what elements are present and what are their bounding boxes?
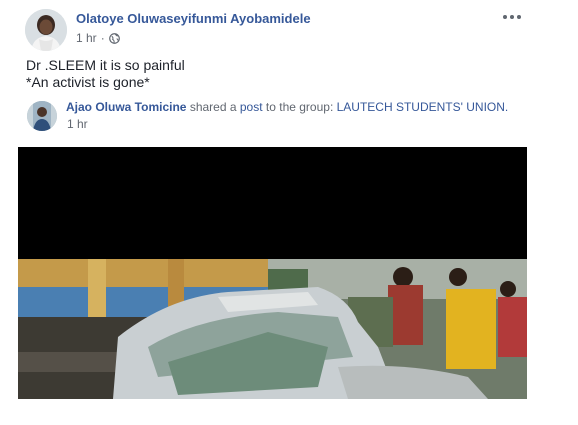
post-meta: 1 hr · (76, 31, 120, 45)
post-time[interactable]: 1 hr (76, 31, 97, 45)
shared-attribution: Ajao Oluwa Tomicine shared a post to the… (66, 100, 508, 114)
shared-text: shared a (189, 100, 237, 114)
meta-separator: · (100, 31, 105, 45)
more-options-icon[interactable] (499, 9, 525, 25)
globe-icon[interactable] (108, 32, 120, 44)
post-text-line: *An activist is gone* (26, 74, 150, 90)
group-link[interactable]: LAUTECH STUDENTS' UNION. (337, 100, 509, 114)
accident-photo (18, 147, 527, 399)
shared-post-time[interactable]: 1 hr (67, 117, 88, 131)
author-avatar[interactable] (25, 9, 67, 51)
shared-author-name[interactable]: Ajao Oluwa Tomicine (66, 100, 186, 114)
shared-post-link[interactable]: post (240, 100, 263, 114)
post-text-line: Dr .SLEEM it is so painful (26, 57, 185, 73)
shared-author-avatar[interactable] (27, 101, 57, 131)
shared-text-group: to the group: (265, 100, 334, 114)
author-name[interactable]: Olatoye Oluwaseyifunmi Ayobamidele (76, 11, 311, 26)
post-body: Dr .SLEEM it is so painful *An activist … (26, 57, 185, 91)
post-photo[interactable] (18, 147, 527, 399)
